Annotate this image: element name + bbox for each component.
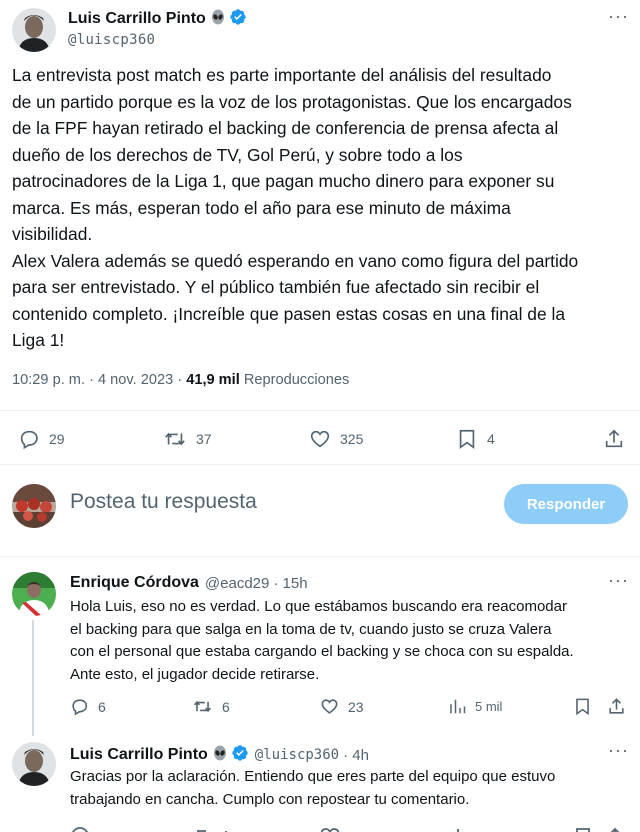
like-button[interactable]: 23 <box>320 697 364 716</box>
reply-avatar[interactable] <box>12 572 56 616</box>
retweet-count: 6 <box>222 698 230 715</box>
reply-count: 29 <box>49 431 65 447</box>
retweet-icon <box>165 432 185 446</box>
divider <box>0 556 640 557</box>
bookmark-count: 4 <box>487 431 495 447</box>
author-avatar[interactable] <box>12 8 56 52</box>
share-button[interactable] <box>607 697 626 716</box>
meta-separator: · <box>177 372 183 388</box>
reply-button[interactable]: 6 <box>70 697 106 716</box>
more-icon[interactable]: ··· <box>608 570 629 591</box>
reply-author-name[interactable]: Enrique Córdova <box>70 574 199 592</box>
bookmark-button[interactable]: 4 <box>456 428 495 450</box>
reply-text: Gracias por la aclaración. Entiendo que … <box>70 768 556 808</box>
reply-button[interactable]: 29 <box>18 428 65 450</box>
reply-text: Hola Luis, eso no es verdad. Lo que está… <box>70 598 574 683</box>
bookmark-button[interactable] <box>573 697 592 716</box>
like-count: 325 <box>340 431 364 447</box>
reply-avatar[interactable] <box>12 742 56 786</box>
retweet-icon <box>193 700 212 713</box>
tweet-text: La entrevista post match es parte import… <box>12 65 579 350</box>
main-tweet-header: Luis Carrillo Pinto @luiscp360 <box>68 8 247 48</box>
divider <box>0 464 640 465</box>
bookmark-icon <box>576 698 589 716</box>
views-count[interactable]: 41,9 mil <box>186 372 240 388</box>
verified-badge-icon <box>229 8 247 31</box>
more-icon[interactable]: ··· <box>608 6 629 27</box>
share-icon <box>605 429 623 448</box>
views-label[interactable]: Reproducciones <box>244 372 349 388</box>
author-handle[interactable]: @luiscp360 <box>68 32 247 48</box>
retweet-count: 37 <box>196 431 212 447</box>
views-button[interactable]: 5 mil <box>448 697 502 716</box>
reply-actions-cutoff <box>70 826 630 832</box>
like-icon <box>321 699 338 714</box>
author-name[interactable]: Luis Carrillo Pinto <box>68 10 206 28</box>
composer-avatar[interactable] <box>12 484 56 528</box>
views-count: 5 mil <box>475 699 503 714</box>
alien-emoji-icon <box>210 9 226 30</box>
reply-count: 6 <box>98 698 106 715</box>
reply-header: Enrique Córdova @eacd29 · 15h <box>70 574 308 592</box>
more-icon[interactable]: ··· <box>608 740 629 761</box>
retweet-button[interactable]: 6 <box>192 697 230 716</box>
divider <box>0 410 640 411</box>
share-button[interactable] <box>603 428 625 450</box>
meta-separator: · <box>89 372 94 388</box>
reply-time[interactable]: · 15h <box>273 575 307 592</box>
views-icon <box>450 699 466 714</box>
reply-time[interactable]: · 4h <box>343 747 369 764</box>
reply-author-handle[interactable]: @luiscp360 <box>255 747 339 763</box>
reply-icon <box>20 430 38 450</box>
reply-input[interactable]: Postea tu respuesta <box>70 490 257 514</box>
reply-icon <box>72 699 88 716</box>
reply-submit-button[interactable]: Responder <box>504 484 628 524</box>
reply-header: Luis Carrillo Pinto @luiscp360 · 4h <box>70 744 369 766</box>
like-count: 23 <box>348 698 364 715</box>
share-icon <box>609 698 624 714</box>
reply-author-handle[interactable]: @eacd29 <box>205 575 269 592</box>
like-button[interactable]: 325 <box>309 428 363 450</box>
tweet-meta: 10:29 p. m. · 4 nov. 2023 · 41,9 mil Rep… <box>12 372 349 388</box>
verified-badge-icon <box>231 744 249 766</box>
alien-emoji-icon <box>212 745 228 765</box>
retweet-button[interactable]: 37 <box>163 428 212 450</box>
reply-author-name[interactable]: Luis Carrillo Pinto <box>70 746 208 764</box>
like-icon <box>310 430 330 448</box>
tweet-time[interactable]: 10:29 p. m. <box>12 372 85 388</box>
tweet-date[interactable]: 4 nov. 2023 <box>98 372 173 388</box>
thread-line <box>32 620 34 736</box>
bookmark-icon <box>459 429 475 449</box>
